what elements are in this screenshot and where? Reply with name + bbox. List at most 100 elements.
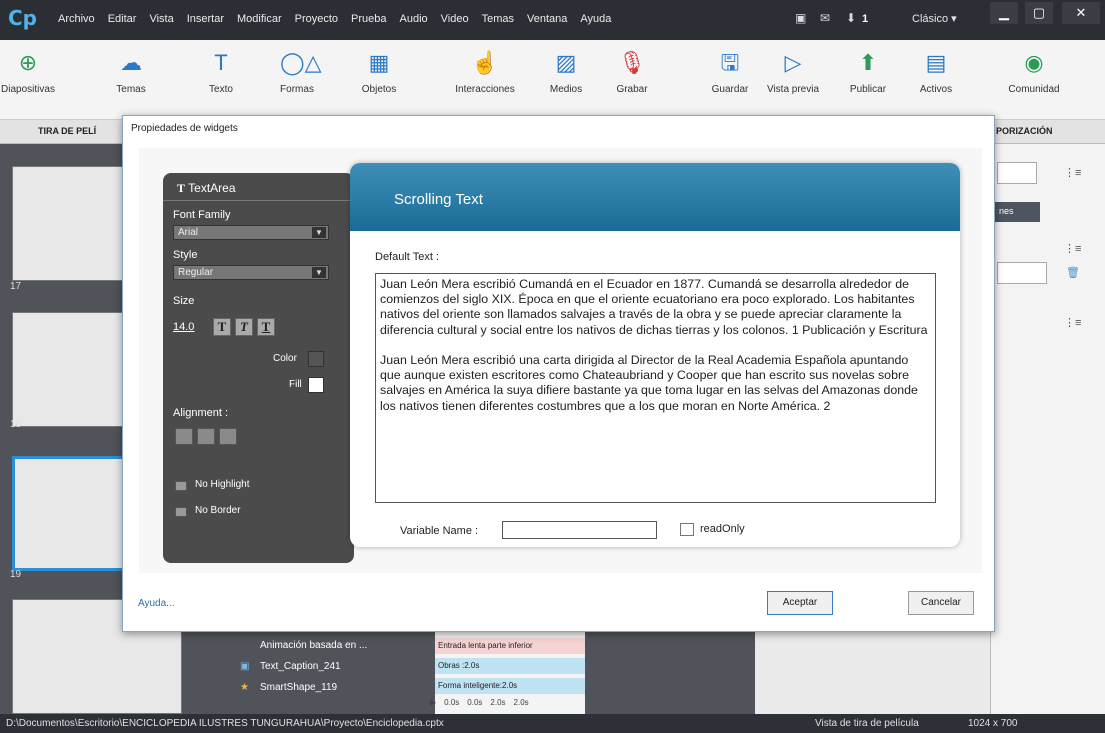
interactions-label: Interacciones xyxy=(455,84,515,95)
publish-button[interactable]: ⬆ Publicar xyxy=(840,48,896,95)
style-value: Regular xyxy=(178,267,214,278)
menu-archivo[interactable]: Archivo xyxy=(58,13,95,25)
shapes-label: Formas xyxy=(280,84,314,95)
record-button[interactable]: 🎙 Grabar xyxy=(607,48,657,95)
timeline-bar[interactable]: Entrada lenta parte inferior xyxy=(435,638,585,654)
timeline-row-name[interactable]: Text_Caption_241 xyxy=(260,661,341,672)
menu-video[interactable]: Video xyxy=(441,13,469,25)
timeline-row-name[interactable]: SmartShape_119 xyxy=(260,682,337,693)
menu-vista[interactable]: Vista xyxy=(149,13,173,25)
help-link[interactable]: Ayuda... xyxy=(138,598,175,609)
assets-button[interactable]: ▤ Activos xyxy=(910,48,962,95)
slide-number: 18 xyxy=(10,419,22,430)
list-icon[interactable]: ⋮≡ xyxy=(1064,242,1081,255)
align-right-button[interactable] xyxy=(219,428,237,445)
list-icon[interactable]: ⋮≡ xyxy=(1064,166,1081,179)
alignment-label: Alignment : xyxy=(173,407,229,419)
title-bar: Cp Archivo Editar Vista Insertar Modific… xyxy=(0,0,1105,40)
size-label: Size xyxy=(173,295,195,307)
text-icon: T xyxy=(214,50,228,75)
download-icon[interactable]: ⬇ xyxy=(846,11,856,25)
save-button[interactable]: 🖫 Guardar xyxy=(700,48,760,95)
slides-button[interactable]: ⊕ Diapositivas xyxy=(0,48,56,95)
widget-properties-dialog: Propiedades de widgets T TextArea Font F… xyxy=(122,115,995,632)
underline-button[interactable]: T xyxy=(257,318,275,336)
menu-modificar[interactable]: Modificar xyxy=(237,13,282,25)
assets-icon: ▤ xyxy=(925,50,947,75)
timeline-row-name[interactable]: Animación basada en ... xyxy=(260,640,367,651)
divider xyxy=(163,200,354,201)
font-family-select[interactable]: Arial ▼ xyxy=(173,225,329,240)
variable-name-input[interactable] xyxy=(502,521,657,539)
menu-audio[interactable]: Audio xyxy=(400,13,428,25)
property-field[interactable] xyxy=(997,262,1047,284)
timeline-bar[interactable]: Obras :2.0s xyxy=(435,658,585,674)
mail-icon[interactable]: ✉ xyxy=(820,11,830,25)
bold-button[interactable]: T xyxy=(213,318,231,336)
text-button[interactable]: T Texto xyxy=(196,48,246,95)
readonly-label: readOnly xyxy=(700,523,745,535)
align-center-button[interactable] xyxy=(197,428,215,445)
timing-header: PORIZACIÓN xyxy=(996,126,1053,136)
text-icon: T xyxy=(177,181,186,195)
playback-controls: ▶ 0.0s 0.0s 2.0s 2.0s xyxy=(430,698,990,712)
align-left-button[interactable] xyxy=(175,428,193,445)
close-button[interactable]: ✕ xyxy=(1062,2,1100,24)
trash-icon[interactable]: 🗑 xyxy=(1066,266,1080,279)
save-icon: 🖫 xyxy=(720,50,740,75)
play-icon[interactable]: ▶ xyxy=(430,698,436,712)
default-text-area[interactable]: Juan León Mera escribió Cumandá en el Ec… xyxy=(375,273,936,503)
view-mode: Vista de tira de película xyxy=(815,718,919,729)
timeline-bar[interactable]: Forma inteligente:2.0s xyxy=(435,678,585,694)
panel-tab[interactable]: nes xyxy=(995,202,1040,222)
menu-editar[interactable]: Editar xyxy=(108,13,137,25)
accept-button[interactable]: Aceptar xyxy=(767,591,833,615)
fill-swatch[interactable] xyxy=(308,377,324,393)
italic-button[interactable]: T xyxy=(235,318,253,336)
timeline-panel: Animación basada en ... ▣ Text_Caption_2… xyxy=(190,620,990,715)
time-readout: 2.0s xyxy=(490,698,506,707)
interactions-button[interactable]: ☝ Interacciones xyxy=(450,48,520,95)
themes-button[interactable]: ☁ Temas xyxy=(105,48,157,95)
property-field[interactable] xyxy=(997,162,1037,184)
menu-prueba[interactable]: Prueba xyxy=(351,13,386,25)
menu-proyecto[interactable]: Proyecto xyxy=(295,13,338,25)
font-family-value: Arial xyxy=(178,227,199,238)
community-button[interactable]: ◉ Comunidad xyxy=(998,48,1070,95)
panel-header-label: TextArea xyxy=(188,181,236,195)
save-label: Guardar xyxy=(711,84,749,95)
text-format-panel: T TextArea Font Family Arial ▼ Style Regu… xyxy=(163,173,354,563)
microphone-icon: 🎙 xyxy=(618,50,646,75)
no-highlight-checkbox[interactable] xyxy=(175,481,187,491)
comment-icon[interactable]: ▣ xyxy=(795,11,806,25)
palette-icon: ☁ xyxy=(120,50,142,75)
themes-label: Temas xyxy=(116,84,146,95)
objects-button[interactable]: ▦ Objetos xyxy=(354,48,404,95)
maximize-button[interactable]: ▢ xyxy=(1025,2,1053,24)
no-border-checkbox[interactable] xyxy=(175,507,187,517)
cancel-button[interactable]: Cancelar xyxy=(908,591,974,615)
style-select[interactable]: Regular ▼ xyxy=(173,265,329,280)
color-swatch[interactable] xyxy=(308,351,324,367)
menu-temas[interactable]: Temas xyxy=(482,13,514,25)
workspace-selector[interactable]: Clásico ▾ xyxy=(912,12,957,25)
fill-label: Fill xyxy=(289,379,302,390)
media-button[interactable]: ▨ Medios xyxy=(541,48,591,95)
menu-ventana[interactable]: Ventana xyxy=(527,13,567,25)
workspace-label: Clásico xyxy=(912,13,949,25)
captivate-logo: Cp xyxy=(8,6,37,30)
shapes-button[interactable]: ◯△ Formas xyxy=(272,48,322,95)
menu-insertar[interactable]: Insertar xyxy=(187,13,224,25)
file-path: D:\Documentos\Escritorio\ENCICLOPEDIA IL… xyxy=(6,718,444,729)
readonly-checkbox[interactable] xyxy=(680,523,694,536)
minimize-button[interactable]: ▁ xyxy=(990,2,1018,24)
record-label: Grabar xyxy=(616,84,648,95)
menu-ayuda[interactable]: Ayuda xyxy=(580,13,611,25)
list-icon[interactable]: ⋮≡ xyxy=(1064,316,1081,329)
filmstrip-header: TIRA DE PELÍ xyxy=(38,126,97,136)
preview-button[interactable]: ▷ Vista previa xyxy=(758,48,828,95)
image-icon: ▨ xyxy=(555,50,577,75)
color-label: Color xyxy=(273,353,297,364)
time-readout: 2.0s xyxy=(513,698,529,707)
size-value[interactable]: 14.0 xyxy=(173,321,194,333)
